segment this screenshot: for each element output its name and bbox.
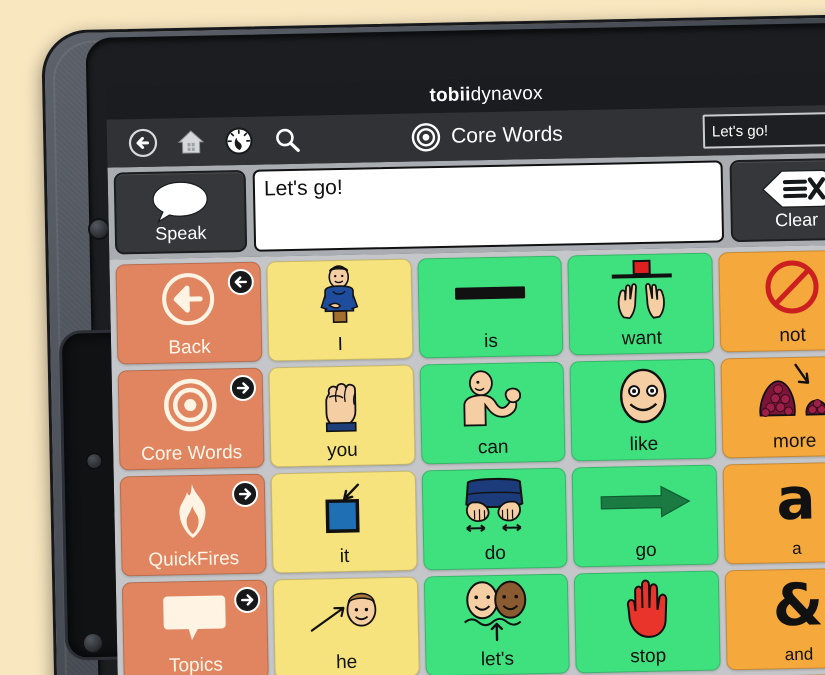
grid-cell-label: QuickFires	[148, 548, 240, 571]
brand-tobii: tobii	[429, 84, 471, 107]
arrow-right-icon	[229, 374, 257, 402]
grid-cell-label: more	[772, 430, 817, 453]
grid-cell-label: stop	[630, 645, 667, 668]
right-arrow-symbol	[573, 470, 717, 535]
grid-cell-label: is	[483, 330, 499, 353]
handle-screw	[86, 452, 103, 470]
face-with-arrow-symbol	[274, 582, 418, 647]
grid-cell-label: Back	[168, 336, 211, 359]
grid-cell-quickfires[interactable]: QuickFires	[119, 473, 267, 577]
arrow-right-icon	[231, 480, 259, 508]
grid-cell-label: want	[621, 327, 663, 350]
grid-cell-and[interactable]: & and	[724, 567, 825, 671]
back-arrow-icon[interactable]	[127, 127, 160, 160]
grid-cell-let-s[interactable]: let's	[423, 573, 571, 675]
grid-cell-can[interactable]: can	[419, 361, 566, 465]
message-bar-row: Speak Let's go! Clear	[107, 152, 825, 260]
grid-cell-more[interactable]: more	[720, 355, 825, 459]
letter-glyph: a	[775, 464, 817, 534]
grid-cell-label: you	[326, 439, 358, 462]
search-icon[interactable]	[271, 124, 304, 157]
blue-square-arrow-symbol	[272, 476, 416, 541]
grid-cell-label: go	[635, 539, 657, 562]
grid-cell-label: like	[629, 433, 659, 456]
person-pointing-self-symbol	[267, 264, 411, 329]
black-bar-symbol	[418, 261, 562, 326]
grid-cell-label: I	[337, 333, 344, 356]
clear-message-icon	[760, 168, 825, 209]
grid-cell-go[interactable]: go	[572, 464, 719, 568]
page-title-label: Core Words	[450, 122, 563, 148]
symbol-grid: Back I is want not Core Words you can li…	[109, 244, 825, 675]
grid-cell-topics[interactable]: Topics	[121, 579, 269, 675]
speak-button-label: Speak	[155, 222, 207, 244]
grid-cell-not[interactable]: not	[718, 249, 825, 353]
grid-cell-label: do	[484, 542, 507, 565]
grid-cell-it[interactable]: it	[270, 470, 418, 574]
clear-button[interactable]: Clear	[729, 157, 825, 243]
red-hand-symbol	[575, 576, 719, 641]
grid-cell-label: and	[784, 644, 814, 665]
grid-cell-he[interactable]: he	[272, 576, 420, 675]
grid-cell-like[interactable]: like	[569, 358, 717, 462]
grid-cell-is[interactable]: is	[416, 255, 564, 359]
letter-glyph: &	[772, 570, 824, 640]
speak-button[interactable]: Speak	[113, 169, 248, 255]
grid-cell-label: can	[477, 436, 509, 459]
target-icon	[411, 122, 442, 153]
page-title: Core Words	[337, 118, 638, 154]
toolbar-right-group: Let's go!	[702, 111, 825, 149]
smiling-face-symbol	[571, 364, 715, 429]
grid-cell-label: a	[791, 538, 802, 559]
speech-bubble-icon	[149, 180, 212, 223]
arrow-left-icon	[227, 268, 254, 296]
flexed-arm-symbol	[420, 367, 564, 432]
hands-working-symbol	[422, 473, 566, 538]
clear-button-label: Clear	[774, 209, 819, 231]
grid-cell-a[interactable]: aa	[722, 461, 825, 565]
pointing-hand-symbol	[269, 370, 413, 435]
toolbar-icon-group	[117, 124, 304, 160]
grid-cell-core-words[interactable]: Core Words	[117, 367, 265, 471]
arrow-right-icon	[233, 586, 261, 614]
message-window[interactable]: Let's go!	[252, 160, 725, 252]
prohibition-sign-symbol	[720, 255, 825, 320]
grid-cell-you[interactable]: you	[268, 364, 416, 468]
two-faces-symbol	[424, 579, 568, 644]
grid-cell-label: Core Words	[140, 442, 243, 466]
grid-cell-label: let's	[480, 648, 515, 671]
grid-cell-label: Topics	[168, 654, 224, 675]
grid-cell-label: not	[779, 324, 807, 347]
screenshot-root: tobii dynavox Core Words Let's go! Speak…	[0, 0, 825, 675]
home-icon[interactable]	[175, 126, 208, 159]
berry-piles-arrow-symbol	[722, 361, 825, 426]
hands-reaching-red-block-symbol	[569, 258, 713, 323]
grid-cell-label: he	[335, 651, 358, 674]
tablet-screen: tobii dynavox Core Words Let's go! Speak…	[105, 70, 825, 675]
grid-cell-i[interactable]: I	[266, 258, 413, 362]
grid-cell-label: it	[339, 545, 350, 568]
brand-dynavox: dynavox	[470, 82, 543, 106]
grid-cell-want[interactable]: want	[567, 252, 715, 356]
grid-cell-stop[interactable]: stop	[574, 570, 721, 674]
grid-cell-back[interactable]: Back	[115, 261, 263, 365]
grid-cell-do[interactable]: do	[421, 467, 569, 571]
gauge-icon[interactable]	[223, 125, 256, 158]
notification-field[interactable]: Let's go!	[702, 111, 825, 149]
